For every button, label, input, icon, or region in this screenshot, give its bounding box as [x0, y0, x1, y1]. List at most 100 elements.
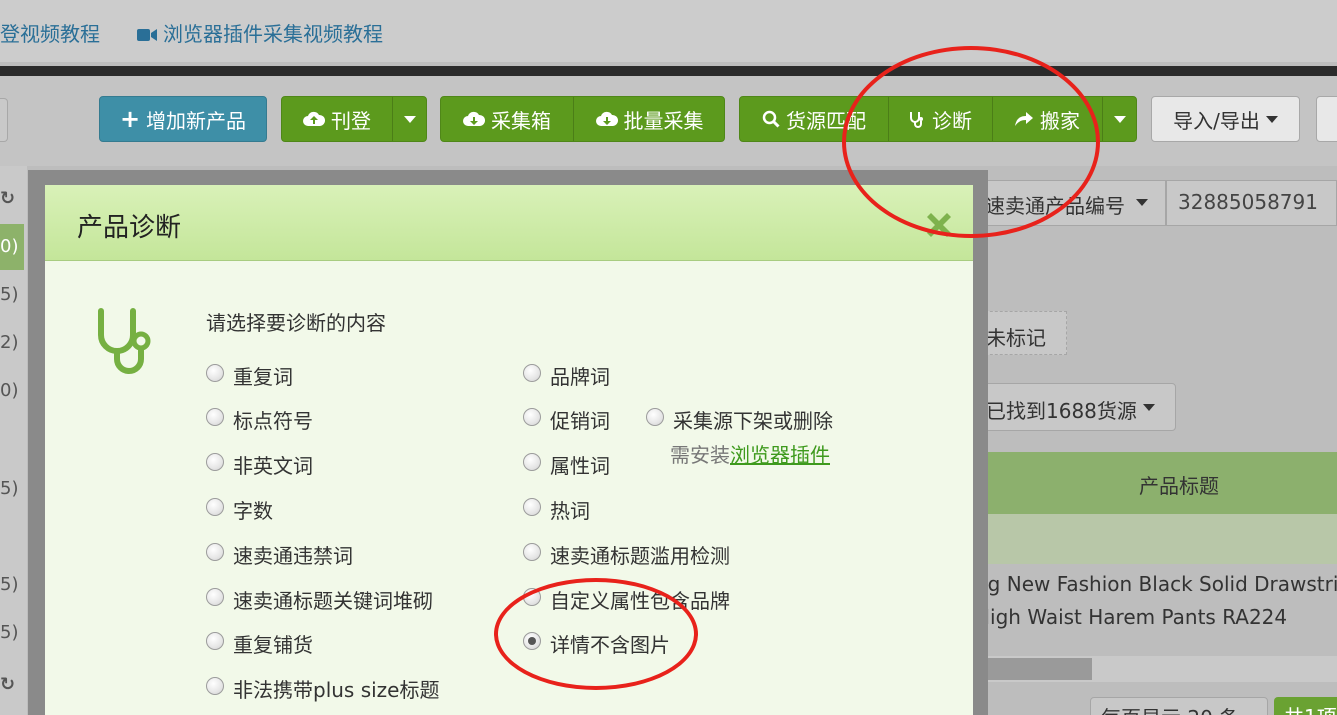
left-count: 2): [0, 332, 19, 353]
option-attribute-words[interactable]: 属性词: [523, 450, 610, 479]
option-punctuation[interactable]: 标点符号: [206, 405, 313, 434]
divider-stripe: [0, 66, 1337, 76]
batch-collect-button[interactable]: 批量采集: [573, 97, 726, 141]
plus-icon: +: [119, 105, 141, 133]
collect-box-button[interactable]: 采集箱: [441, 97, 573, 141]
option-label: 重复铺货: [233, 633, 313, 657]
plugin-required-note: 需安装浏览器插件: [670, 439, 830, 468]
cloud-upload-icon: [303, 111, 325, 126]
collect-box-label: 采集箱: [491, 108, 551, 133]
radio-button[interactable]: [523, 542, 541, 561]
caret-down-icon: [1136, 199, 1148, 206]
cloud-download-icon: [595, 111, 618, 126]
option-source-removed[interactable]: 采集源下架或删除: [646, 405, 833, 434]
radio-button[interactable]: [206, 631, 224, 650]
more-button[interactable]: [1316, 96, 1337, 142]
radio-button[interactable]: [206, 542, 224, 561]
radio-button[interactable]: [206, 676, 224, 695]
column-header-title: 产品标题: [1139, 474, 1219, 498]
plugin-tutorial-link[interactable]: 浏览器插件采集视频教程: [137, 18, 383, 47]
option-word-count[interactable]: 字数: [206, 495, 273, 524]
tools-dropdown-toggle[interactable]: [1102, 97, 1138, 141]
total-count-label: 共1项: [1284, 701, 1337, 715]
option-label: 速卖通标题关键词堆砌: [233, 589, 433, 613]
page-size-label: 每页显示 20 条: [1101, 702, 1239, 715]
option-label: 字数: [233, 499, 273, 523]
video-tutorial-link[interactable]: 登视频教程: [0, 18, 100, 47]
modal-header: 产品诊断: [45, 185, 973, 261]
option-duplicate-listing[interactable]: 重复铺货: [206, 629, 313, 658]
option-label: 品牌词: [550, 365, 610, 389]
browser-plugin-link[interactable]: 浏览器插件: [730, 443, 830, 467]
source-filter-label: 已找到1688货源: [986, 399, 1137, 423]
option-brand-words[interactable]: 品牌词: [523, 361, 610, 390]
caret-down-icon: [1265, 115, 1278, 123]
option-label: 速卖通违禁词: [233, 544, 353, 568]
option-label: 属性词: [550, 454, 610, 478]
option-label: 采集源下架或删除: [673, 409, 833, 433]
left-count: 0): [0, 236, 19, 257]
batch-collect-label: 批量采集: [623, 108, 704, 133]
unmarked-tag-label: 未标记: [986, 326, 1046, 350]
left-count: 5): [0, 574, 19, 595]
caret-down-icon: [404, 115, 416, 123]
radio-button[interactable]: [206, 497, 224, 516]
plugin-tutorial-label: 浏览器插件采集视频教程: [163, 22, 383, 46]
option-promo-words[interactable]: 促销词: [523, 405, 610, 434]
product-title-line2[interactable]: High Waist Harem Pants RA224: [975, 605, 1287, 629]
cloud-download-icon: [463, 111, 485, 126]
publish-label: 刊登: [331, 108, 371, 133]
add-product-button[interactable]: + 增加新产品: [99, 96, 267, 142]
left-count: 5): [0, 622, 19, 643]
option-label: 速卖通标题滥用检测: [550, 544, 730, 568]
scrollbar-thumb[interactable]: [975, 658, 1092, 680]
stethoscope-icon: [98, 308, 151, 374]
page-size-select[interactable]: 每页显示 20 条: [1090, 697, 1268, 715]
option-keyword-stuffing[interactable]: 速卖通标题关键词堆砌: [206, 585, 433, 614]
import-export-label: 导入/导出: [1173, 108, 1260, 133]
radio-button[interactable]: [206, 363, 224, 382]
radio-button[interactable]: [206, 587, 224, 606]
option-duplicate-words[interactable]: 重复词: [206, 361, 293, 390]
annotation-circle-toolbar: [842, 46, 1100, 238]
video-camera-icon: [137, 29, 157, 41]
radio-button[interactable]: [523, 407, 541, 426]
radio-button[interactable]: [523, 363, 541, 382]
toolbar-left-stub[interactable]: [0, 98, 8, 142]
toolbar: + 增加新产品 刊登 采集箱 批量采集 货源匹配 诊断 搬家 导入/导出: [0, 76, 1337, 166]
left-count: 0): [0, 380, 19, 401]
caret-down-icon: [1114, 115, 1126, 123]
collect-button-group: 采集箱 批量采集: [440, 96, 725, 142]
publish-dropdown-toggle[interactable]: [392, 97, 428, 141]
table-subheader: [975, 514, 1337, 564]
option-non-english[interactable]: 非英文词: [206, 450, 313, 479]
option-label: 非法携带plus size标题: [233, 678, 440, 702]
publish-button[interactable]: 刊登: [282, 97, 392, 141]
option-banned-words[interactable]: 速卖通违禁词: [206, 540, 353, 569]
total-count-badge: 共1项: [1274, 697, 1337, 715]
option-hot-words[interactable]: 热词: [523, 495, 590, 524]
option-plus-size-title[interactable]: 非法携带plus size标题: [206, 674, 439, 703]
option-label: 热词: [550, 499, 590, 523]
caret-down-icon: [1143, 404, 1155, 411]
option-label: 重复词: [233, 365, 293, 389]
radio-button[interactable]: [523, 497, 541, 516]
refresh-icon[interactable]: ↻: [0, 188, 15, 209]
left-count: 5): [0, 284, 19, 305]
option-title-abuse[interactable]: 速卖通标题滥用检测: [523, 540, 730, 569]
radio-button[interactable]: [206, 452, 224, 471]
option-label: 促销词: [550, 409, 610, 433]
radio-button[interactable]: [646, 407, 664, 426]
add-product-label: 增加新产品: [146, 108, 247, 133]
import-export-button[interactable]: 导入/导出: [1151, 96, 1300, 142]
diagnose-prompt: 请选择要诊断的内容: [206, 311, 386, 335]
refresh-icon[interactable]: ↻: [0, 674, 15, 695]
search-input-value: 32885058791: [1178, 190, 1318, 214]
left-category-strip: ↻ 0) 5) 2) 0) 5) 5) 5) ↻: [0, 166, 27, 715]
publish-button-group: 刊登: [281, 96, 427, 142]
radio-button[interactable]: [206, 407, 224, 426]
product-title-line1[interactable]: ng New Fashion Black Solid Drawstri: [975, 572, 1337, 596]
radio-button[interactable]: [523, 452, 541, 471]
left-count: 5): [0, 478, 19, 499]
option-label: 非英文词: [233, 454, 313, 478]
